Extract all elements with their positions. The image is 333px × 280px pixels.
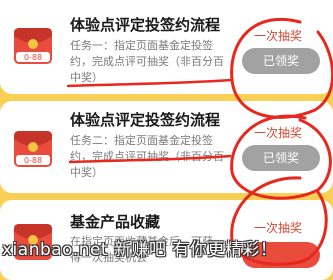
- annotation-marks: [66, 17, 333, 266]
- watermark-text: xianbao.net 新赚吧 有你更精彩！: [2, 240, 278, 260]
- annotation-underline: [68, 154, 232, 164]
- annotation-circle: [230, 17, 333, 119]
- annotation-circle: [230, 114, 332, 200]
- annotation-underline: [66, 78, 234, 88]
